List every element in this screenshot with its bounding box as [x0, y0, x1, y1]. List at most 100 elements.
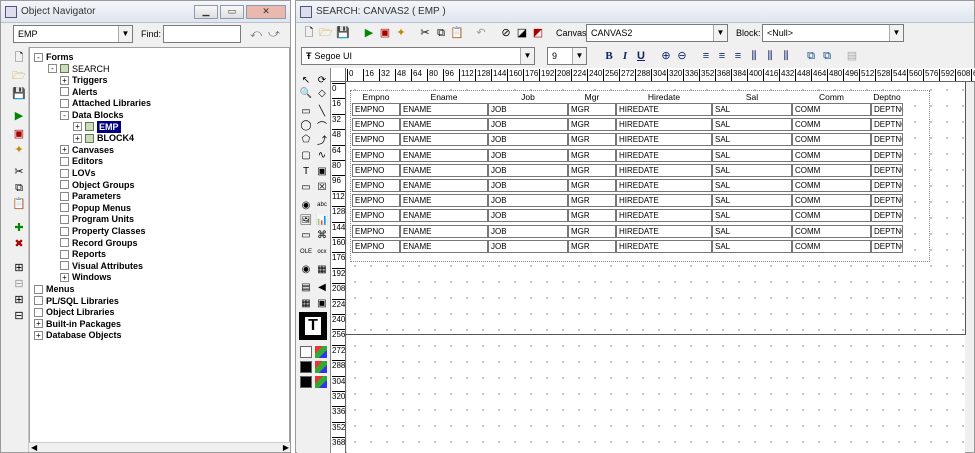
text-item-empno[interactable]: EMPNO	[352, 103, 400, 116]
stacked-canvas-icon[interactable]: ▦	[299, 296, 313, 310]
editor-titlebar[interactable]: SEARCH: CANVAS2 ( EMP )	[296, 1, 974, 23]
expand-icon[interactable]: +	[60, 145, 69, 155]
list-icon[interactable]: ▤	[299, 280, 313, 294]
rounded-rect-icon[interactable]: ▢	[299, 148, 313, 162]
zoom-out-icon[interactable]: ⊖	[673, 47, 691, 65]
ungroup-icon[interactable]: ⧉	[818, 47, 836, 65]
delete-icon[interactable]: ✖	[10, 235, 28, 253]
text-item-ename[interactable]: ENAME	[400, 103, 488, 116]
expand-icon[interactable]: +	[60, 75, 69, 85]
navigator-tree[interactable]: - Forms - SEARCH + Triggers Alerts Attached Lib…	[29, 47, 290, 452]
close-button[interactable]: ✕	[246, 4, 286, 19]
text-item-empno[interactable]: EMPNO	[352, 118, 400, 132]
text-item-hiredate[interactable]: HIREDATE	[616, 194, 712, 208]
zoom-icon[interactable]: 🔍	[299, 86, 313, 100]
activex-icon[interactable]: ocx	[315, 245, 329, 259]
freehand-icon[interactable]: ∿	[315, 148, 329, 162]
frame-icon[interactable]: ▣	[315, 164, 329, 178]
tree-node[interactable]: Menus	[34, 283, 75, 295]
text-item-hiredate[interactable]: HIREDATE	[616, 118, 712, 132]
text-item-deptno[interactable]: DEPTNO	[871, 179, 903, 192]
text-item-hiredate[interactable]: HIREDATE	[616, 148, 712, 162]
tree-node[interactable]: + EMP	[73, 120, 121, 133]
tree-node[interactable]: Popup Menus	[60, 202, 131, 214]
text-item-deptno[interactable]: DEPTNO	[871, 148, 903, 162]
canvas-select[interactable]: CANVAS2 ▼	[586, 24, 728, 42]
open-icon[interactable]: 🗁	[10, 67, 28, 85]
text-item-sal[interactable]: SAL	[712, 209, 792, 223]
tree-node[interactable]: Attached Libraries	[60, 97, 151, 109]
ole-icon[interactable]: OLE	[299, 245, 313, 259]
font-select[interactable]: Ŧ Segoe UI ▼	[301, 47, 535, 65]
text-item-sal[interactable]: SAL	[712, 224, 792, 238]
text-item-ename[interactable]: ENAME	[400, 224, 488, 238]
find-next-icon[interactable]: ⤻	[265, 25, 283, 43]
text-item-mgr[interactable]: MGR	[568, 163, 616, 177]
tree-node[interactable]: - SEARCH	[48, 63, 110, 75]
chart-icon[interactable]: 📊	[315, 213, 329, 227]
text-item-job[interactable]: JOB	[488, 194, 568, 208]
text-item-mgr[interactable]: MGR	[568, 118, 616, 132]
minimize-button[interactable]: ▁	[194, 4, 218, 19]
align-icon[interactable]: ◩	[529, 24, 547, 42]
chevron-down-icon[interactable]: ▼	[889, 25, 903, 41]
checkbox-icon[interactable]: ☒	[315, 180, 329, 194]
horizontal-scrollbar[interactable]: ◀ ▶	[29, 442, 290, 452]
text-item-comm[interactable]: COMM	[792, 103, 871, 116]
collapse-icon[interactable]: -	[48, 64, 57, 74]
tree-node[interactable]: Reports	[60, 248, 106, 260]
text-item-job[interactable]: JOB	[488, 103, 568, 116]
text-item-mgr[interactable]: MGR	[568, 148, 616, 162]
text-item-deptno[interactable]: DEPTNO	[871, 118, 903, 132]
text-item-ename[interactable]: ENAME	[400, 163, 488, 177]
debug-icon[interactable]: ✦	[10, 141, 28, 159]
chevron-down-icon[interactable]: ▼	[713, 25, 727, 41]
radio-icon[interactable]: ◉	[299, 198, 313, 212]
tree-node[interactable]: Property Classes	[60, 225, 146, 237]
text-item-sal[interactable]: SAL	[712, 118, 792, 132]
tree-node[interactable]: - Data Blocks	[60, 109, 124, 121]
save-icon[interactable]: 💾	[334, 24, 352, 42]
arc-icon[interactable]: ⌒	[315, 118, 329, 133]
debug-icon[interactable]: ✦	[392, 24, 410, 42]
maximize-button[interactable]: ▭	[220, 4, 244, 19]
text-item-job[interactable]: JOB	[488, 239, 568, 253]
properties-icon[interactable]: ▤	[843, 47, 861, 65]
expand-icon[interactable]: +	[60, 272, 69, 282]
text-item-empno[interactable]: EMPNO	[352, 179, 400, 192]
tree-node[interactable]: + Triggers	[60, 74, 108, 86]
line-color-icon[interactable]	[300, 361, 312, 373]
text-item-deptno[interactable]: DEPTNO	[871, 224, 903, 238]
collapse-icon[interactable]: -	[34, 52, 43, 62]
text-item-mgr[interactable]: MGR	[568, 179, 616, 192]
color-picker-icon[interactable]	[315, 376, 327, 388]
text-item-mgr[interactable]: MGR	[568, 239, 616, 253]
chevron-down-icon[interactable]: ▼	[572, 48, 586, 64]
text-item-empno[interactable]: EMPNO	[352, 224, 400, 238]
text-item-deptno[interactable]: DEPTNO	[871, 209, 903, 223]
text-item-job[interactable]: JOB	[488, 209, 568, 223]
expand-icon[interactable]: +	[34, 330, 43, 340]
tree-node[interactable]: Object Libraries	[34, 306, 115, 318]
rectangle-icon[interactable]: ▭	[299, 104, 313, 118]
save-icon[interactable]: 💾	[10, 85, 28, 103]
text-item-comm[interactable]: COMM	[792, 179, 871, 192]
text-item-mgr[interactable]: MGR	[568, 133, 616, 147]
text-item-comm[interactable]: COMM	[792, 148, 871, 162]
text-item-sal[interactable]: SAL	[712, 103, 792, 116]
expand-icon[interactable]: +	[73, 133, 82, 143]
line-icon[interactable]: ╲	[315, 104, 329, 118]
select-icon[interactable]: ↖	[299, 73, 313, 87]
text-item-ename[interactable]: ENAME	[400, 239, 488, 253]
expand-icon[interactable]: +	[73, 122, 82, 132]
text-item-ename[interactable]: ENAME	[400, 133, 488, 147]
find-previous-icon[interactable]: ⤺	[247, 25, 265, 43]
text-item-empno[interactable]: EMPNO	[352, 194, 400, 208]
color-picker-icon[interactable]	[315, 361, 327, 373]
text-item-mgr[interactable]: MGR	[568, 103, 616, 116]
polygon-icon[interactable]: ⬠	[299, 132, 313, 146]
new-icon[interactable]: 🗋	[10, 49, 28, 67]
text-item-comm[interactable]: COMM	[792, 133, 871, 147]
text-item-comm[interactable]: COMM	[792, 194, 871, 208]
text-item-hiredate[interactable]: HIREDATE	[616, 224, 712, 238]
